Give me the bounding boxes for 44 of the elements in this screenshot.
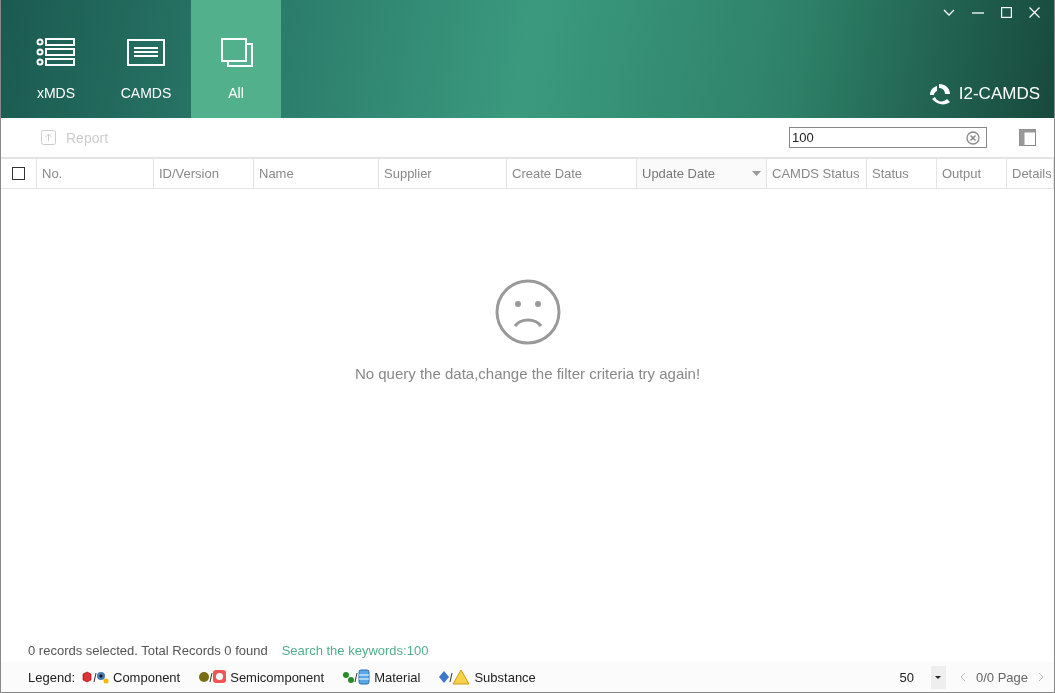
page-indicator: 0/0 Page — [975, 669, 1028, 685]
records-summary: 0 records selected. Total Records 0 found — [28, 642, 268, 658]
column-header[interactable]: Output — [942, 166, 982, 181]
sort-caret-icon[interactable] — [752, 171, 761, 176]
column-header[interactable]: Create Date — [512, 166, 583, 181]
ball-and-square-icon — [198, 669, 227, 685]
sad-face-icon — [494, 279, 561, 345]
clear-icon[interactable] — [966, 131, 980, 145]
page-size-value[interactable]: 50 — [899, 669, 914, 685]
nav-tab[interactable]: CAMDS — [101, 0, 191, 118]
page-size-dropdown[interactable] — [930, 665, 946, 689]
select-all-checkbox[interactable] — [12, 167, 25, 180]
column-header[interactable]: Supplier — [384, 166, 432, 181]
empty-message: No query the data,change the filter criteria try again! — [354, 365, 701, 382]
list-icon — [36, 37, 76, 67]
molecule-and-database-icon — [342, 669, 371, 685]
column-header[interactable]: Details — [1012, 166, 1052, 181]
legend-item: Material — [374, 669, 421, 685]
close-icon[interactable] — [1029, 7, 1040, 18]
legend-item: Semicomponent — [230, 669, 325, 685]
column-header[interactable]: CAMDS Status — [772, 166, 860, 181]
legend-item: Substance — [474, 669, 536, 685]
column-header[interactable]: Status — [872, 166, 909, 181]
maximize-icon[interactable] — [1001, 7, 1012, 18]
caret-icon — [935, 675, 942, 679]
legend-label: Legend: — [28, 669, 75, 685]
column-header[interactable]: No. — [42, 166, 63, 181]
minimize-icon[interactable] — [972, 11, 984, 14]
nav-tab[interactable]: xMDS — [11, 0, 101, 118]
column-header[interactable]: Name — [259, 166, 294, 181]
diamond-and-triangle-icon — [438, 669, 471, 685]
panel-layout-icon[interactable] — [1019, 129, 1036, 146]
next-page-icon[interactable] — [1038, 672, 1044, 682]
search-field[interactable]: 100 — [789, 127, 987, 148]
column-header[interactable]: ID/Version — [159, 166, 219, 181]
chevron-down-icon[interactable] — [943, 8, 955, 17]
nav-tab[interactable]: All — [191, 0, 281, 118]
app-name: I2-CAMDS — [958, 84, 1040, 104]
search-keywords-link[interactable]: Search the keywords:100 — [281, 642, 429, 658]
upload-icon — [41, 130, 56, 145]
legend-item: Component — [113, 669, 181, 685]
window-icon — [126, 37, 166, 67]
cube-and-gear-icon — [81, 669, 109, 685]
previous-page-icon[interactable] — [959, 672, 966, 682]
